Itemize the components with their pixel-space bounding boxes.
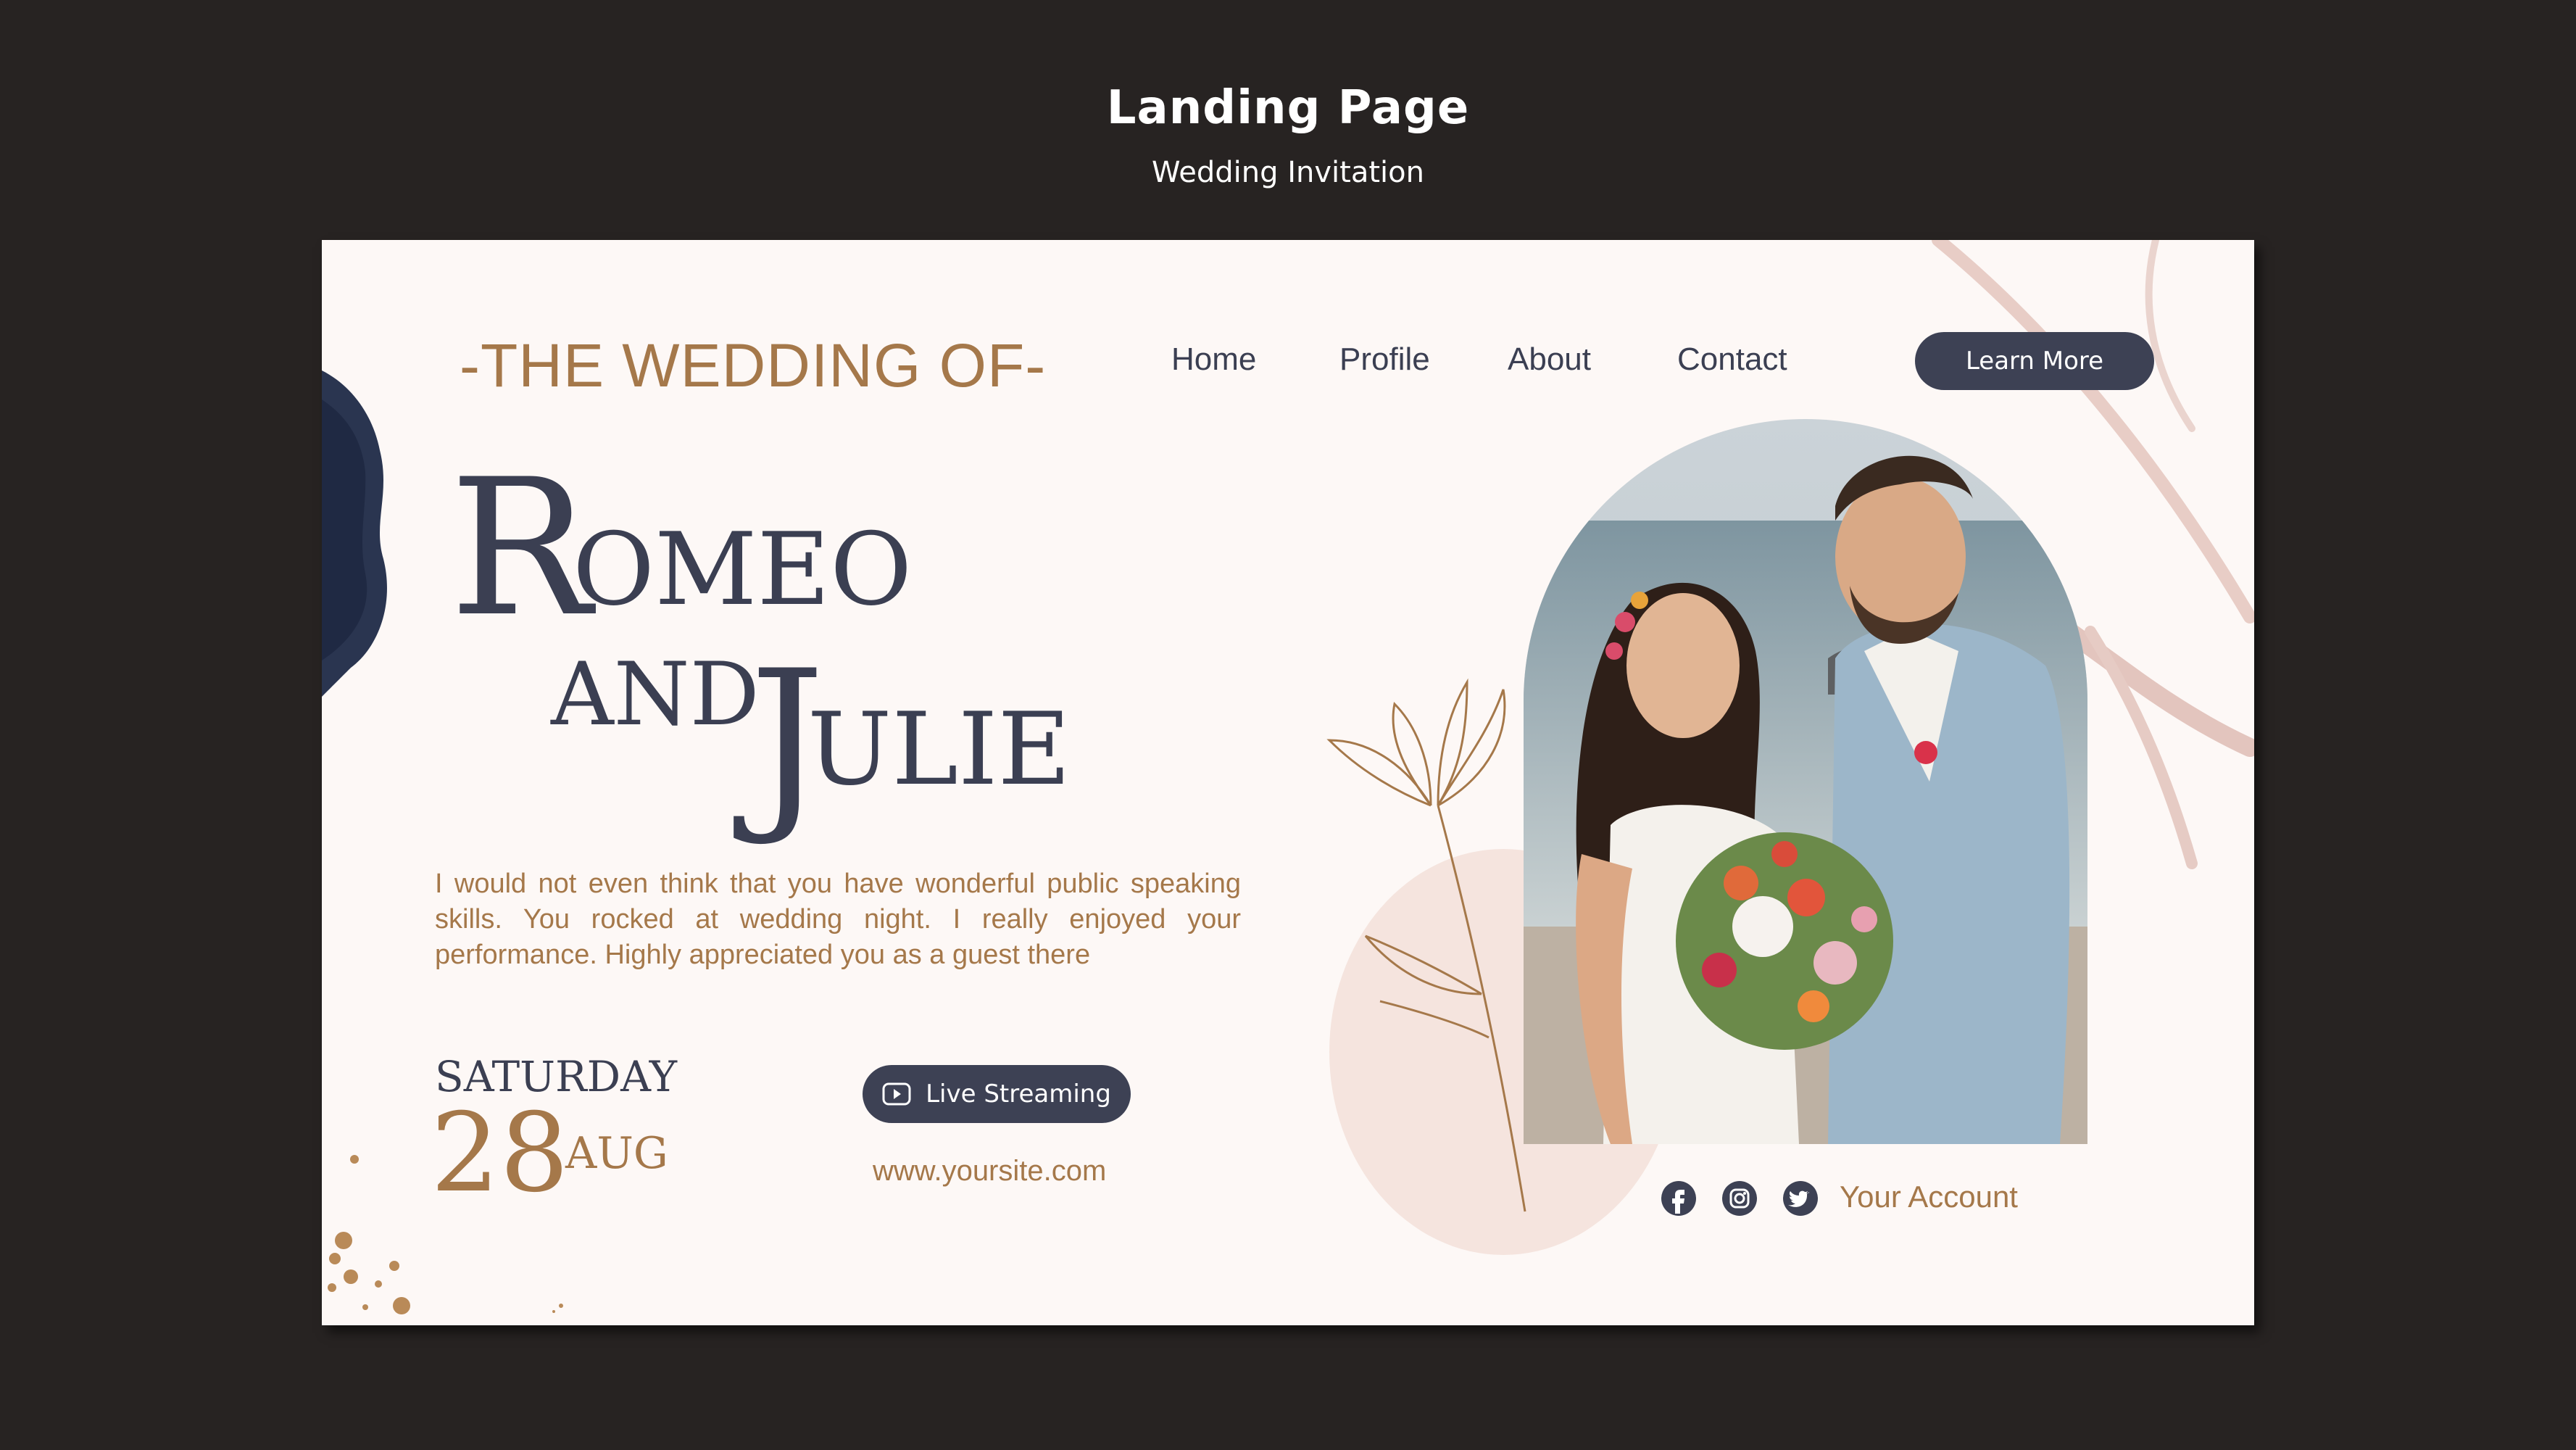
live-streaming-label: Live Streaming — [926, 1080, 1111, 1109]
and-word: AND — [551, 645, 760, 745]
website-link[interactable]: www.yoursite.com — [873, 1155, 1106, 1188]
nav-about[interactable]: About — [1508, 341, 1591, 378]
instagram-icon[interactable] — [1721, 1180, 1758, 1217]
learn-more-button[interactable]: Learn More — [1915, 332, 2154, 390]
landing-card: -THE WEDDING OF- Home Profile About Cont… — [322, 240, 2254, 1325]
page-subheading: Wedding Invitation — [1152, 156, 1424, 189]
name1-rest: OMEO — [573, 511, 913, 628]
invitation-message: I would not even think that you have won… — [435, 869, 1241, 970]
live-streaming-button[interactable]: Live Streaming — [863, 1065, 1131, 1123]
couple-photo — [1524, 419, 2087, 1144]
name2-rest: ULIE — [807, 691, 1071, 808]
nav-home[interactable]: Home — [1171, 341, 1256, 378]
play-icon — [882, 1082, 911, 1106]
facebook-icon[interactable] — [1660, 1180, 1698, 1217]
watercolor-blot-decoration — [322, 370, 387, 697]
couple-photo-image — [1524, 419, 2087, 1144]
twitter-icon[interactable] — [1782, 1180, 1819, 1217]
line-art-flower-decoration — [1326, 678, 1526, 1212]
name1-initial: R — [449, 439, 591, 658]
your-account-link[interactable]: Your Account — [1840, 1180, 2018, 1214]
brand-title: -THE WEDDING OF- — [460, 331, 1047, 399]
date-day: 28 — [431, 1090, 569, 1217]
nav-contact[interactable]: Contact — [1677, 341, 1787, 378]
date-month: AUG — [565, 1128, 668, 1179]
nav-profile[interactable]: Profile — [1339, 341, 1430, 378]
page-heading: Landing Page — [1106, 81, 1470, 135]
